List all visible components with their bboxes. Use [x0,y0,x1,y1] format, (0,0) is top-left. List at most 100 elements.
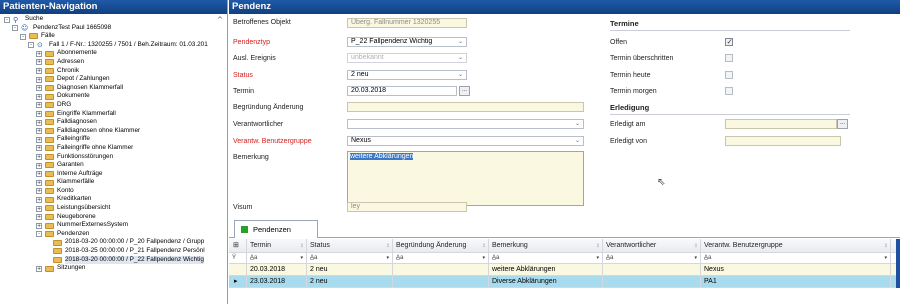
tree-item[interactable]: + Neugeborene [0,213,227,222]
collapse-icon[interactable]: - [20,33,26,40]
erledigt-von-field[interactable] [725,136,841,146]
expand-icon[interactable]: + [36,171,42,178]
table-row[interactable]: ▸ 23.03.2018 2 neu Diverse Abklärungen P… [229,276,896,288]
tree-item[interactable]: + Interne Aufträge [0,170,227,179]
grid-scrollbar[interactable] [896,239,900,288]
column-header-begruendung[interactable]: Begründung Änderung ⇳ [393,239,489,252]
table-row[interactable]: 20.03.2018 2 neu weitere Abklärungen Nex… [229,264,896,276]
tree-item[interactable]: - ⊙ Fall 1 / F-Nr.: 1320255 / 7501 / Beh.Z… [0,41,227,50]
termin-picker-button[interactable]: ... [459,86,470,96]
expand-icon[interactable]: + [36,214,42,221]
tree-item[interactable]: + DRG [0,101,227,110]
tree-item[interactable]: + Depot / Zahlungen [0,75,227,84]
tree-item[interactable]: + Garanten [0,161,227,170]
expand-icon[interactable]: + [36,162,42,169]
tree-item-label: Fall 1 / F-Nr.: 1320255 / 7501 / Beh.Zei… [49,40,208,48]
tree-item[interactable]: + Falleingriffe ohne Klammer [0,144,227,153]
tree-item[interactable]: 2018-03-20 00:00:00 / P_22 Fallpendenz W… [0,255,227,265]
filter-verantwortlicher[interactable]: A̲a ▾ [603,253,701,263]
collapse-icon[interactable]: - [28,42,34,49]
tree-item[interactable]: + Falleingriffe [0,135,227,144]
collapse-icon[interactable]: - [4,16,10,23]
filter-termin[interactable]: A̲a ▾ [247,253,307,263]
termin-morgen-checkbox[interactable] [725,87,733,95]
expand-icon[interactable]: + [36,179,42,186]
tree-item[interactable]: + Adressen [0,58,227,67]
folder-icon [45,128,54,135]
tree-item[interactable]: + Konto [0,187,227,196]
begruendung-label: Begründung Änderung [233,104,304,111]
expand-icon[interactable]: + [36,119,42,126]
tree-item[interactable]: + Falldiagnosen [0,118,227,127]
expand-icon[interactable]: + [36,111,42,118]
begruendung-field[interactable] [347,102,584,112]
case-icon: ⊙ [37,41,43,50]
column-header-termin[interactable]: Termin ⇳ [247,239,307,252]
tree-item[interactable]: - ⚲ Suche [0,15,227,24]
column-header-bemerkung[interactable]: Bemerkung ⇳ [489,239,603,252]
tree-item[interactable]: + Chronik [0,67,227,76]
termin-field[interactable]: 20.03.2018 [347,86,457,96]
folder-icon [45,231,54,238]
expand-icon[interactable]: + [36,59,42,66]
offen-checkbox[interactable] [725,37,733,46]
expand-icon[interactable]: + [36,93,42,100]
column-header-verantwortlicher[interactable]: Verantwortlicher ⇳ [603,239,701,252]
expand-icon[interactable]: + [36,154,42,160]
tree-item[interactable]: + Eingriffe Klammerfall [0,110,227,119]
termin-ueberschritten-checkbox[interactable] [725,54,733,62]
tree-item[interactable]: 2018-03-20 00:00:00 / P_20 Fallpendenz /… [0,238,227,247]
expand-icon[interactable]: + [36,76,42,83]
expand-icon[interactable]: + [36,85,42,92]
filter-bemerkung[interactable]: A̲a ▾ [489,253,603,263]
tree-item[interactable]: + Dokumente [0,92,227,101]
expand-icon[interactable]: + [36,128,42,135]
benutzergruppe-select[interactable]: Nexus ⌄ [347,136,584,146]
bemerkung-textarea[interactable]: weitere Abklärungen [347,151,584,206]
expand-icon[interactable]: + [36,196,42,203]
tree-item[interactable]: + Klammerfälle [0,178,227,187]
filter-row-icon: Ÿ [229,253,247,263]
filter-benutzergruppe[interactable]: A̲a ▾ [701,253,891,263]
termin-heute-checkbox[interactable] [725,71,733,79]
expand-icon[interactable]: + [36,136,42,143]
folder-icon [45,59,54,66]
tree-item[interactable]: + Sitzungen [0,264,227,273]
tree-item[interactable]: - Pendenzen [0,230,227,239]
filter-status[interactable]: A̲a ▾ [307,253,393,263]
expand-icon[interactable]: + [36,68,42,75]
tree-item[interactable]: - Fälle [0,32,227,41]
collapse-icon[interactable]: - [36,231,42,238]
expand-icon[interactable]: + [36,205,42,212]
expand-icon[interactable]: + [36,188,42,195]
expand-icon[interactable]: + [36,50,42,57]
tree-item[interactable]: + Kreditkarten [0,195,227,204]
tree-item[interactable]: + NummerExternesSystem [0,221,227,230]
tree-item-label: Garanten [57,161,84,169]
filter-begruendung[interactable]: A̲a ▾ [393,253,489,263]
chevron-down-icon: ⌄ [574,137,580,144]
erledigt-am-picker-button[interactable]: ... [837,119,848,129]
tree-item[interactable]: + Funktionsstörungen [0,153,227,162]
verantwortlicher-select[interactable]: ⌄ [347,119,584,129]
grid-settings-icon[interactable]: ⊞ [229,239,247,252]
expand-icon[interactable]: + [36,222,42,229]
tree-item[interactable]: + Abonnemente [0,49,227,58]
pendenztyp-select[interactable]: P_22 Fallpendenz Wichtig ⌄ [347,37,467,47]
erledigt-am-field[interactable] [725,119,837,129]
column-header-benutzergruppe[interactable]: Verantw. Benutzergruppe ⇳ [701,239,891,252]
tree-item[interactable]: + Diagnosen Klammerfall [0,84,227,93]
cell-bemerkung: Diverse Abklärungen [489,276,603,287]
status-select[interactable]: 2 neu ⌄ [347,70,467,80]
expand-icon[interactable]: + [36,145,42,152]
tree-item[interactable]: + Falldiagnosen ohne Klammer [0,127,227,136]
tree-item[interactable]: - ☺ PendenzTest Paul 1665098 [0,24,227,33]
tree-item[interactable]: + Leistungsübersicht [0,204,227,213]
tree-item[interactable]: 2018-03-25 00:00:00 / P_21 Fallpendenz P… [0,247,227,256]
tab-pendenzen-historie[interactable]: Pendenzen Historie [234,220,318,251]
collapse-icon[interactable]: - [12,25,18,32]
column-header-status[interactable]: Status ⇳ [307,239,393,252]
expand-icon[interactable]: + [36,102,42,109]
expand-icon[interactable]: + [36,265,42,272]
grid-filter-row: Ÿ A̲a ▾ A̲a ▾ A̲a ▾ A̲a ▾ A̲a ▾ A̲a ▾ [229,253,896,264]
